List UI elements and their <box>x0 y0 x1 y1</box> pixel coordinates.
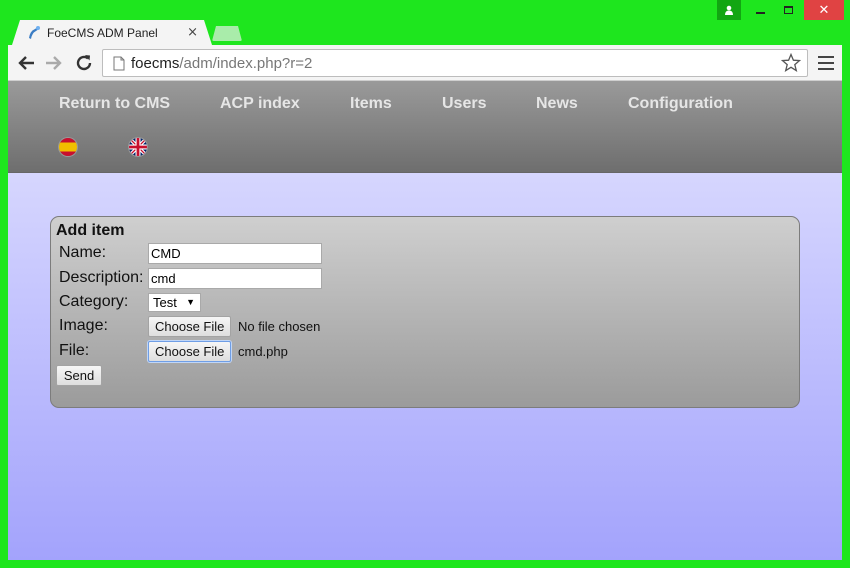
description-label: Description: <box>59 269 144 286</box>
nav-link-acp-index[interactable]: ACP index <box>220 95 300 113</box>
arrow-right-icon <box>46 56 62 70</box>
bookmark-star-icon[interactable] <box>781 53 801 73</box>
user-profile-button[interactable] <box>717 0 741 20</box>
name-field[interactable]: CMD <box>148 243 322 264</box>
admin-navbar: Return to CMS ACP index Items Users News… <box>8 81 842 173</box>
menu-icon-bar <box>818 62 834 64</box>
maximize-icon <box>783 6 793 14</box>
reload-icon <box>76 55 92 71</box>
menu-icon-bar <box>818 56 834 58</box>
nav-link-items[interactable]: Items <box>350 95 392 113</box>
category-select[interactable]: Test ▼ <box>148 293 201 312</box>
file-label: File: <box>59 342 90 359</box>
window-close-button[interactable]: ✕ <box>804 0 844 20</box>
reload-button[interactable] <box>74 53 94 73</box>
uk-flag-graphic <box>129 138 147 156</box>
image-choose-file-button[interactable]: Choose File <box>148 316 232 337</box>
browser-toolbar: foecms/adm/index.php?r=2 <box>8 45 842 81</box>
image-label: Image: <box>59 317 108 334</box>
arrow-left-icon <box>18 56 34 70</box>
tab-close-icon[interactable]: × <box>187 25 198 40</box>
new-tab-button[interactable] <box>212 26 242 41</box>
url-path: /adm/index.php?r=2 <box>179 54 313 72</box>
minimize-button[interactable] <box>746 0 774 20</box>
name-label: Name: <box>59 244 107 261</box>
send-button[interactable]: Send <box>56 365 102 386</box>
image-file-status: No file chosen <box>238 319 321 334</box>
person-icon <box>725 5 733 15</box>
category-label: Category: <box>59 293 129 310</box>
file-status: cmd.php <box>238 344 288 359</box>
page-icon <box>113 56 125 70</box>
nav-link-configuration[interactable]: Configuration <box>628 95 733 113</box>
favicon-icon <box>29 25 40 39</box>
browser-tab[interactable]: FoeCMS ADM Panel × <box>12 20 212 45</box>
dropdown-arrow-icon: ▼ <box>186 297 195 307</box>
form-title: Add item <box>56 222 125 239</box>
close-icon: ✕ <box>818 2 830 18</box>
browser-menu-button[interactable] <box>818 54 834 72</box>
file-choose-file-button[interactable]: Choose File <box>148 341 232 362</box>
nav-link-users[interactable]: Users <box>442 95 486 113</box>
minimize-icon <box>755 12 765 14</box>
menu-icon-bar <box>818 68 834 70</box>
add-item-form: Add item Name: CMD Description: cmd Cate… <box>50 216 800 408</box>
spanish-flag-icon[interactable] <box>59 138 77 156</box>
description-field[interactable]: cmd <box>148 268 322 289</box>
uk-flag-icon[interactable] <box>129 138 147 156</box>
tab-title: FoeCMS ADM Panel <box>47 25 158 40</box>
maximize-button[interactable] <box>774 0 802 20</box>
category-selected-value: Test <box>153 295 177 310</box>
page-viewport: Return to CMS ACP index Items Users News… <box>8 81 842 560</box>
nav-link-return-to-cms[interactable]: Return to CMS <box>59 95 170 113</box>
nav-link-news[interactable]: News <box>536 95 578 113</box>
address-bar[interactable]: foecms/adm/index.php?r=2 <box>102 49 808 77</box>
back-button[interactable] <box>16 53 36 73</box>
url-host: foecms <box>131 54 180 72</box>
forward-button[interactable] <box>44 53 64 73</box>
